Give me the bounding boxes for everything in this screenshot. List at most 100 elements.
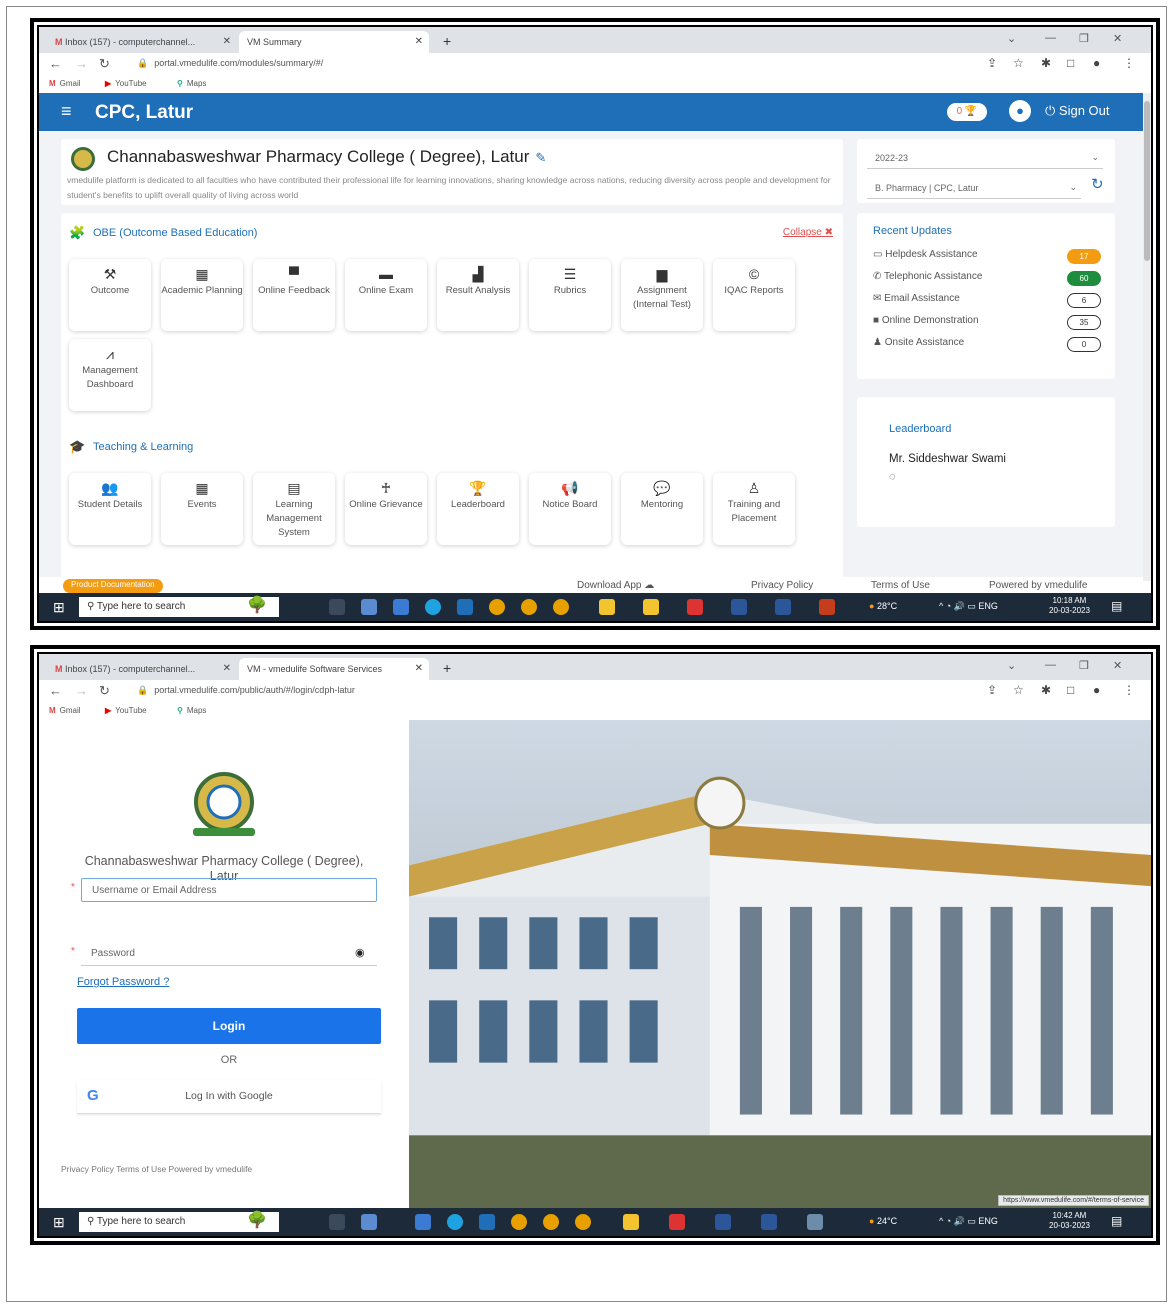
- tile-assignment[interactable]: ▆ Assignment (Internal Test): [621, 259, 703, 331]
- tile-lms[interactable]: ▤ Learning Management System: [253, 473, 335, 545]
- tile-management-dashboard[interactable]: ⩘ Management Dashboard: [69, 339, 151, 411]
- tile-result-analysis[interactable]: ▟ Result Analysis: [437, 259, 519, 331]
- tab-summary[interactable]: VM Summary ✕: [239, 31, 429, 53]
- powered-by-link[interactable]: Powered by vmedulife: [989, 580, 1087, 591]
- bookmark-maps[interactable]: ⚲ Maps: [177, 706, 206, 715]
- file-explorer-icon[interactable]: [623, 1214, 639, 1230]
- collapse-link[interactable]: Collapse ✖: [783, 227, 833, 238]
- kebab-menu-icon[interactable]: ⋮: [1123, 56, 1135, 70]
- file-explorer-icon[interactable]: [643, 599, 659, 615]
- chrome-icon[interactable]: [521, 599, 537, 615]
- password-field[interactable]: Password: [81, 942, 377, 966]
- scrollbar-thumb[interactable]: [1144, 101, 1150, 261]
- tile-outcome[interactable]: ⚒ Outcome: [69, 259, 151, 331]
- forward-icon[interactable]: →: [75, 683, 88, 698]
- back-icon[interactable]: ←: [49, 683, 62, 698]
- pdf-icon[interactable]: [687, 599, 703, 615]
- word-icon[interactable]: [731, 599, 747, 615]
- chrome-icon[interactable]: [511, 1214, 527, 1230]
- app-icon[interactable]: [807, 1214, 823, 1230]
- app-icon[interactable]: [393, 599, 409, 615]
- chrome-icon[interactable]: [489, 599, 505, 615]
- pdf-icon[interactable]: [669, 1214, 685, 1230]
- tab-search-icon[interactable]: ⌄: [1007, 32, 1016, 45]
- tile-notice-board[interactable]: 📢 Notice Board: [529, 473, 611, 545]
- task-view-icon[interactable]: [329, 599, 345, 615]
- update-email[interactable]: ✉ Email Assistance 6: [873, 293, 1109, 311]
- share-icon[interactable]: ⇪: [987, 56, 997, 70]
- update-onsite[interactable]: ♟ Onsite Assistance 0: [873, 337, 1109, 355]
- terms-link[interactable]: Terms of Use: [871, 580, 930, 591]
- word-icon[interactable]: [715, 1214, 731, 1230]
- tile-online-exam[interactable]: ▬ Online Exam: [345, 259, 427, 331]
- close-icon[interactable]: ✕: [1113, 659, 1122, 672]
- maximize-icon[interactable]: ❐: [1079, 659, 1089, 672]
- login-button[interactable]: Login: [77, 1008, 381, 1044]
- back-icon[interactable]: ←: [49, 56, 62, 71]
- tab-vmedulife[interactable]: VM - vmedulife Software Services ✕: [239, 658, 429, 680]
- notification-icon[interactable]: ▤: [1111, 599, 1122, 613]
- windows-start-icon[interactable]: ⊞: [53, 599, 65, 616]
- tab-inbox[interactable]: M Inbox (157) - computerchannel... ✕: [47, 31, 237, 53]
- scrollbar[interactable]: [1143, 93, 1151, 581]
- maximize-icon[interactable]: ❐: [1079, 32, 1089, 45]
- close-icon[interactable]: ✕: [1113, 32, 1122, 45]
- trophy-badge[interactable]: 0 🏆: [947, 103, 987, 121]
- edge-icon[interactable]: [447, 1214, 463, 1230]
- powerpoint-icon[interactable]: [819, 599, 835, 615]
- edit-icon[interactable]: ✎: [535, 150, 546, 165]
- tile-training-placement[interactable]: ♙ Training and Placement: [713, 473, 795, 545]
- edge-icon[interactable]: [425, 599, 441, 615]
- profile-icon[interactable]: ●: [1093, 56, 1100, 70]
- chrome-icon[interactable]: [575, 1214, 591, 1230]
- update-telephonic[interactable]: ✆ Telephonic Assistance 60: [873, 271, 1109, 289]
- share-icon[interactable]: ⇪: [987, 683, 997, 697]
- tile-mentoring[interactable]: 💬 Mentoring: [621, 473, 703, 545]
- privacy-policy-link[interactable]: Privacy Policy: [751, 580, 813, 591]
- weather-widget[interactable]: ● 28°C: [869, 601, 897, 611]
- tab-search-icon[interactable]: ⌄: [1007, 659, 1016, 672]
- app-icon[interactable]: [479, 1214, 495, 1230]
- bookmark-maps[interactable]: ⚲ Maps: [177, 79, 206, 88]
- extensions-icon[interactable]: ✱: [1041, 683, 1051, 697]
- bookmark-youtube[interactable]: ▶ YouTube: [105, 79, 147, 88]
- update-online-demo[interactable]: ■ Online Demonstration 35: [873, 315, 1109, 333]
- reload-icon[interactable]: ↻: [99, 683, 110, 699]
- url-field[interactable]: 🔒 portal.vmedulife.com/modules/summary/#/: [137, 58, 323, 69]
- clock[interactable]: 10:42 AM 20-03-2023: [1049, 1211, 1090, 1231]
- tile-leaderboard[interactable]: 🏆 Leaderboard: [437, 473, 519, 545]
- star-icon[interactable]: ☆: [1013, 56, 1024, 70]
- url-field[interactable]: 🔒 portal.vmedulife.com/public/auth/#/logi…: [137, 685, 355, 696]
- windows-start-icon[interactable]: ⊞: [53, 1214, 65, 1231]
- forward-icon[interactable]: →: [75, 56, 88, 71]
- user-account-icon[interactable]: ●: [1009, 100, 1031, 122]
- file-explorer-icon[interactable]: [599, 599, 615, 615]
- extensions-icon[interactable]: ✱: [1041, 56, 1051, 70]
- word-icon[interactable]: [775, 599, 791, 615]
- product-documentation-link[interactable]: Product Documentation: [63, 579, 163, 593]
- sign-out-button[interactable]: ⏻ Sign Out: [1045, 103, 1110, 119]
- clock[interactable]: 10:18 AM 20-03-2023: [1049, 596, 1090, 616]
- word-icon[interactable]: [761, 1214, 777, 1230]
- update-helpdesk[interactable]: ▭ Helpdesk Assistance 17: [873, 249, 1109, 267]
- eye-icon[interactable]: ◉: [355, 946, 365, 959]
- app-icon[interactable]: [361, 1214, 377, 1230]
- task-view-icon[interactable]: [329, 1214, 345, 1230]
- forgot-password-link[interactable]: Forgot Password ?: [77, 976, 169, 988]
- academic-year-select[interactable]: 2022-23 ⌄: [867, 147, 1103, 169]
- reload-icon[interactable]: ↻: [99, 56, 110, 72]
- app-icon[interactable]: [415, 1214, 431, 1230]
- kebab-menu-icon[interactable]: ⋮: [1123, 683, 1135, 697]
- chrome-icon[interactable]: [553, 599, 569, 615]
- weather-widget[interactable]: ● 24°C: [869, 1216, 897, 1226]
- minimize-icon[interactable]: —: [1045, 32, 1056, 44]
- program-select[interactable]: B. Pharmacy | CPC, Latur ⌄: [867, 177, 1081, 199]
- hamburger-menu-icon[interactable]: ≡: [61, 101, 72, 122]
- sidepanel-icon[interactable]: □: [1067, 683, 1074, 697]
- tile-student-details[interactable]: 👥 Student Details: [69, 473, 151, 545]
- sidepanel-icon[interactable]: □: [1067, 56, 1074, 70]
- app-icon[interactable]: [457, 599, 473, 615]
- username-field[interactable]: Username or Email Address: [81, 878, 377, 902]
- notification-icon[interactable]: ▤: [1111, 1214, 1122, 1228]
- profile-icon[interactable]: ●: [1093, 683, 1100, 697]
